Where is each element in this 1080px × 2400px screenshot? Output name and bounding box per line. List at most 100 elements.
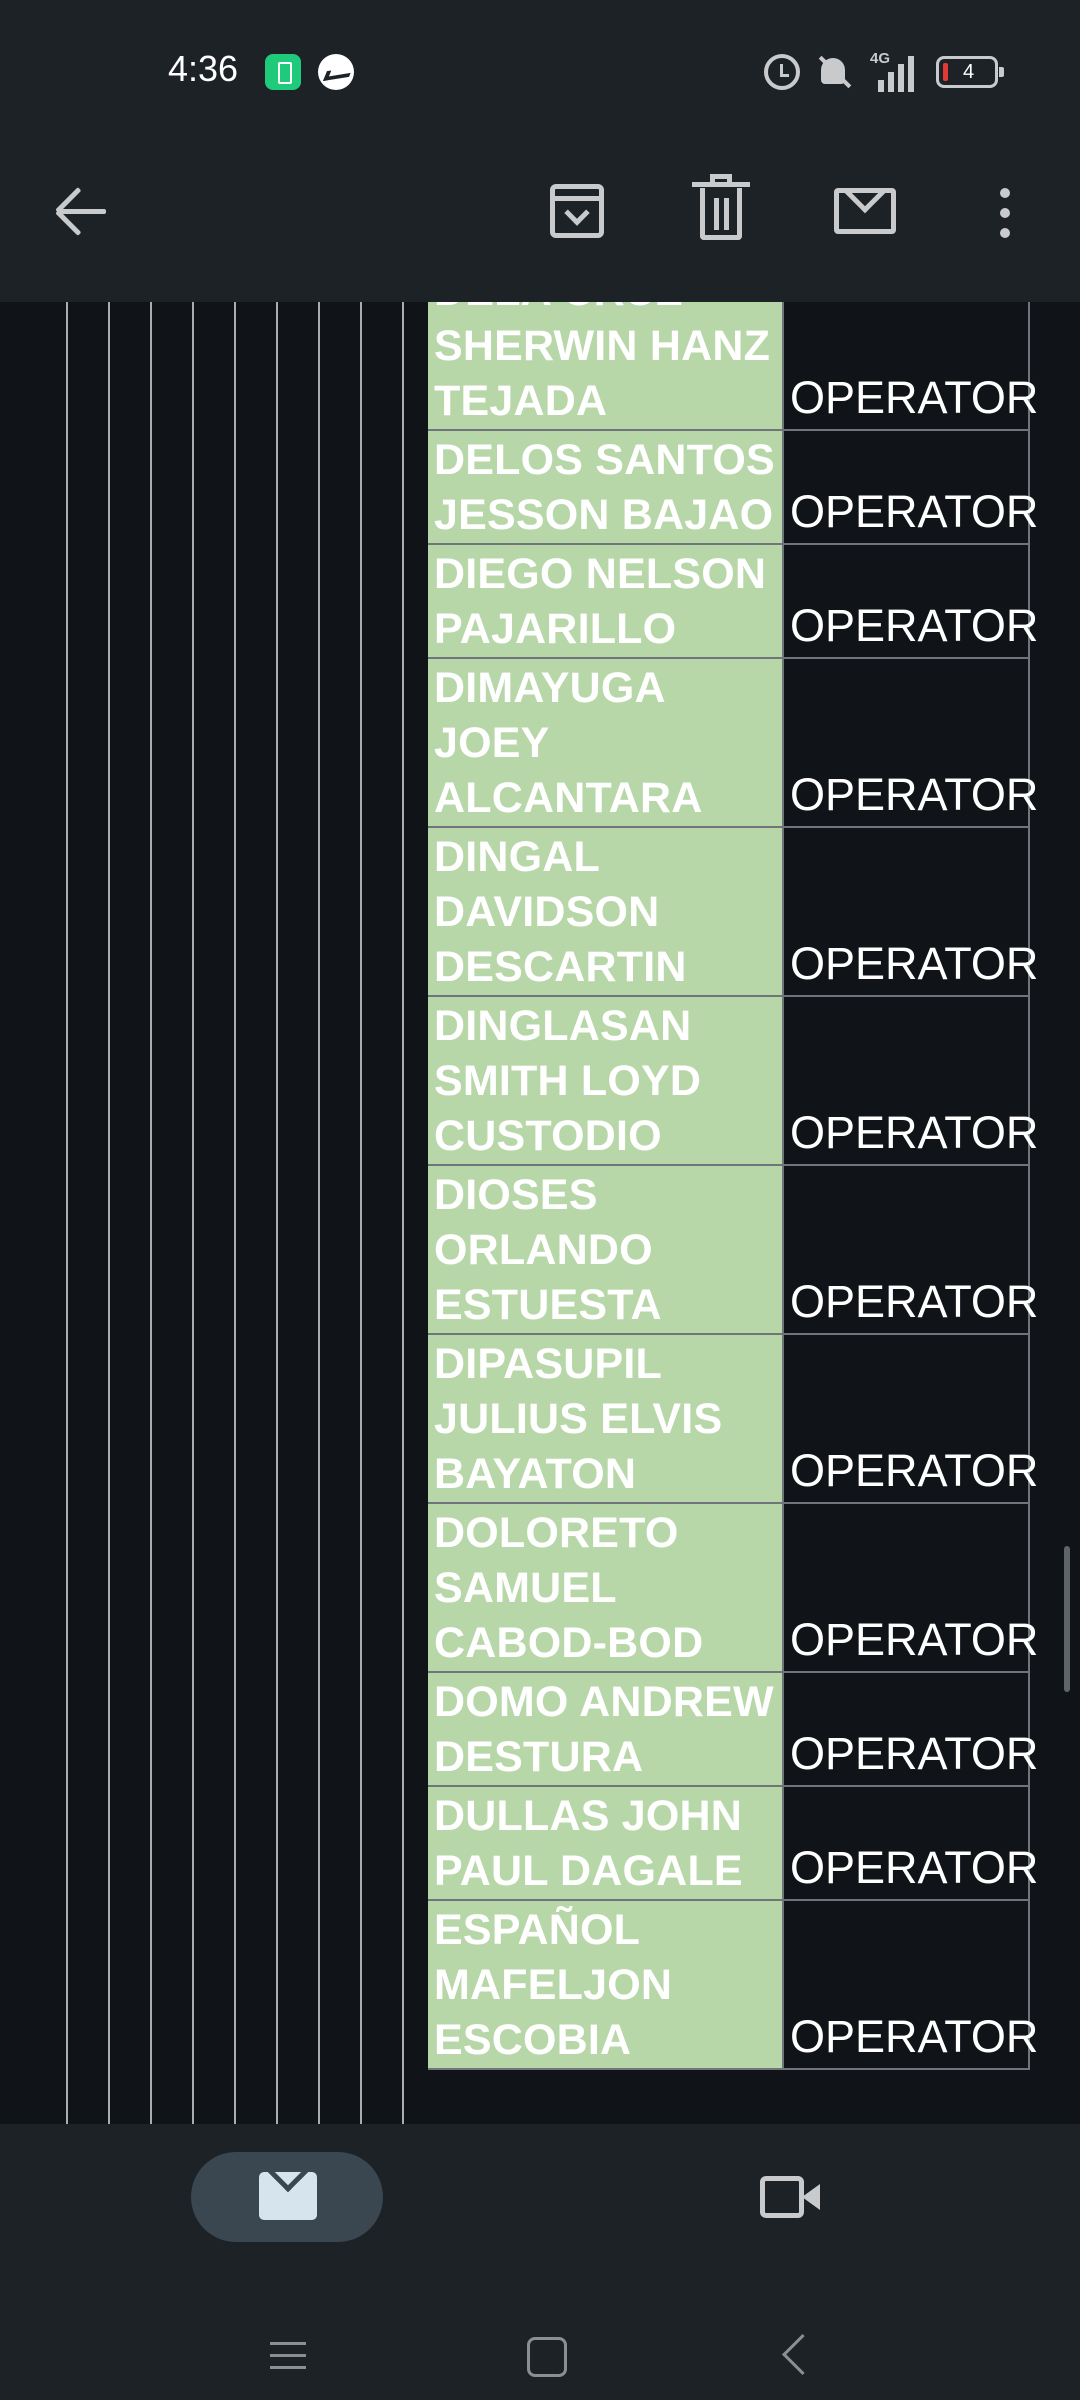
archive-icon[interactable]: [532, 166, 622, 256]
notifications-off-icon: [814, 52, 852, 92]
grid-line: [360, 302, 362, 2124]
position-cell: OPERATOR: [784, 431, 1038, 543]
employee-name-line: DOLORETO: [434, 1509, 679, 1557]
system-back-button[interactable]: [772, 2324, 832, 2384]
position-cell: OPERATOR: [784, 828, 1038, 995]
email-content-sheet[interactable]: DELA CRUZSHERWIN HANZTEJADAOPERATORDELOS…: [0, 302, 1080, 2124]
employee-name-line: ESCOBIA: [434, 2016, 632, 2064]
employee-name-line: PAJARILLO: [434, 605, 677, 653]
back-icon[interactable]: [38, 166, 128, 256]
position-cell: OPERATOR: [784, 545, 1038, 657]
employee-name-line: TEJADA: [434, 377, 608, 425]
employee-name-cell: DOMO ANDREW DESTURA: [428, 1673, 784, 1785]
employee-name-line: PAUL DAGALE: [434, 1847, 743, 1895]
employee-name-line: ALCANTARA: [434, 774, 703, 822]
employee-name-line: SAMUEL: [434, 1564, 617, 1612]
employee-name-cell: DELOS SANTOS JESSON BAJAO: [428, 431, 784, 543]
alarm-icon: [764, 54, 800, 90]
grid-line: [192, 302, 194, 2124]
employee-name-line: DINGLASAN: [434, 1002, 692, 1050]
position-cell: OPERATOR: [784, 1673, 1038, 1785]
delete-icon[interactable]: [676, 166, 766, 256]
position-cell: OPERATOR: [784, 1901, 1038, 2068]
position-cell: OPERATOR: [784, 1335, 1038, 1502]
employee-name-line: JESSON BAJAO: [434, 491, 774, 539]
table-row[interactable]: ESPAÑOL MAFELJON ESCOBIA OPERATOR: [428, 1901, 1038, 2070]
bottom-nav: [0, 2124, 1080, 2400]
grid-line: [234, 302, 236, 2124]
employee-name-line: CUSTODIO: [434, 1112, 662, 1160]
employee-name-line: ESTUESTA: [434, 1281, 662, 1329]
nav-mail-button[interactable]: [191, 2152, 383, 2242]
table-row[interactable]: DOLORETO SAMUEL CABOD-BOD OPERATOR: [428, 1504, 1038, 1673]
employee-name-line: DIMAYUGA: [434, 664, 666, 712]
battery-level: 4: [963, 61, 975, 83]
position-cell: OPERATOR: [784, 659, 1038, 826]
employee-name-line: JULIUS ELVIS: [434, 1395, 723, 1443]
position-cell: OPERATOR: [784, 302, 1038, 429]
nav-meet-button[interactable]: [752, 2164, 832, 2230]
employee-name-line: CABOD-BOD: [434, 1619, 704, 1667]
table-row[interactable]: DINGLASAN SMITH LOYD CUSTODIO OPERATOR: [428, 997, 1038, 1166]
table-row[interactable]: DIMAYUGA JOEY ALCANTARA OPERATOR: [428, 659, 1038, 828]
home-button[interactable]: [514, 2324, 574, 2384]
employee-name-cell: DIEGO NELSON PAJARILLO: [428, 545, 784, 657]
table-row[interactable]: DULLAS JOHN PAUL DAGALE OPERATOR: [428, 1787, 1038, 1901]
table-row[interactable]: DINGAL DAVIDSON DESCARTIN OPERATOR: [428, 828, 1038, 997]
employee-name-cell: DIPASUPIL JULIUS ELVIS BAYATON: [428, 1335, 784, 1502]
employee-name-line: DELA CRUZ: [434, 302, 776, 319]
grid-line: [108, 302, 110, 2124]
mail-icon: [259, 2172, 317, 2220]
grid-line: [66, 302, 68, 2124]
employee-name-cell: DINGLASAN SMITH LOYD CUSTODIO: [428, 997, 784, 1164]
position-cell: OPERATOR: [784, 1504, 1038, 1671]
employee-name-cell: DOLORETO SAMUEL CABOD-BOD: [428, 1504, 784, 1671]
employee-name-cell: ESPAÑOL MAFELJON ESCOBIA: [428, 1901, 784, 2068]
employee-name-line: DOMO ANDREW: [434, 1678, 774, 1726]
more-options-icon[interactable]: [958, 166, 1048, 256]
employee-name-cell: DINGAL DAVIDSON DESCARTIN: [428, 828, 784, 995]
table-row[interactable]: DOMO ANDREW DESTURA OPERATOR: [428, 1673, 1038, 1787]
position-cell: OPERATOR: [784, 1166, 1038, 1333]
employee-name-line: DIEGO NELSON: [434, 550, 767, 598]
scrollbar[interactable]: [1064, 1546, 1070, 1692]
employee-name-line: DAVIDSON: [434, 888, 660, 936]
table-row[interactable]: DELOS SANTOS JESSON BAJAO OPERATOR: [428, 431, 1038, 545]
employee-name-cell: DIOSES ORLANDO ESTUESTA: [428, 1166, 784, 1333]
grid-line: [402, 302, 404, 2124]
employee-name-line: DULLAS JOHN: [434, 1792, 742, 1840]
position-cell: OPERATOR: [784, 997, 1038, 1164]
employee-name-cell: DIMAYUGA JOEY ALCANTARA: [428, 659, 784, 826]
table-row[interactable]: DIPASUPIL JULIUS ELVIS BAYATON OPERATOR: [428, 1335, 1038, 1504]
employee-name-line: DIPASUPIL: [434, 1340, 662, 1388]
table-row[interactable]: DIOSES ORLANDO ESTUESTA OPERATOR: [428, 1166, 1038, 1335]
table-row[interactable]: DELA CRUZ SHERWIN HANZ TEJADA OPERATOR: [428, 302, 1038, 431]
employee-name-line: DESCARTIN: [434, 943, 687, 991]
employee-name-line: SHERWIN HANZ: [434, 322, 771, 370]
employee-name-line: ESPAÑOL: [434, 1906, 641, 1954]
table-row[interactable]: DIEGO NELSON PAJARILLO OPERATOR: [428, 545, 1038, 659]
employee-name-line: DESTURA: [434, 1733, 644, 1781]
status-bar: 4:36 4G 4: [0, 0, 1080, 140]
toolbar: [0, 140, 1080, 302]
position-cell: OPERATOR: [784, 1787, 1038, 1899]
employee-name-line: ORLANDO: [434, 1226, 653, 1274]
employee-name-line: SMITH LOYD: [434, 1057, 702, 1105]
employee-name-line: JOEY: [434, 719, 550, 767]
battery-icon: 4: [936, 56, 1004, 88]
messenger-icon: [318, 54, 354, 90]
video-camera-icon: [760, 2176, 804, 2218]
grid-line: [150, 302, 152, 2124]
mark-unread-icon[interactable]: [820, 166, 910, 256]
network-type: 4G: [870, 50, 891, 67]
employee-name-line: DINGAL: [434, 833, 601, 881]
battery-saver-icon: [265, 54, 301, 90]
employee-name-line: BAYATON: [434, 1450, 637, 1498]
employee-name-line: MAFELJON: [434, 1961, 673, 2009]
employee-name-line: DELOS SANTOS: [434, 436, 775, 484]
grid-line: [318, 302, 320, 2124]
recent-apps-button[interactable]: [258, 2324, 318, 2384]
clock: 4:36: [168, 48, 239, 89]
employee-table: DELA CRUZSHERWIN HANZTEJADAOPERATORDELOS…: [428, 302, 1038, 2070]
employee-name-cell: DULLAS JOHN PAUL DAGALE: [428, 1787, 784, 1899]
